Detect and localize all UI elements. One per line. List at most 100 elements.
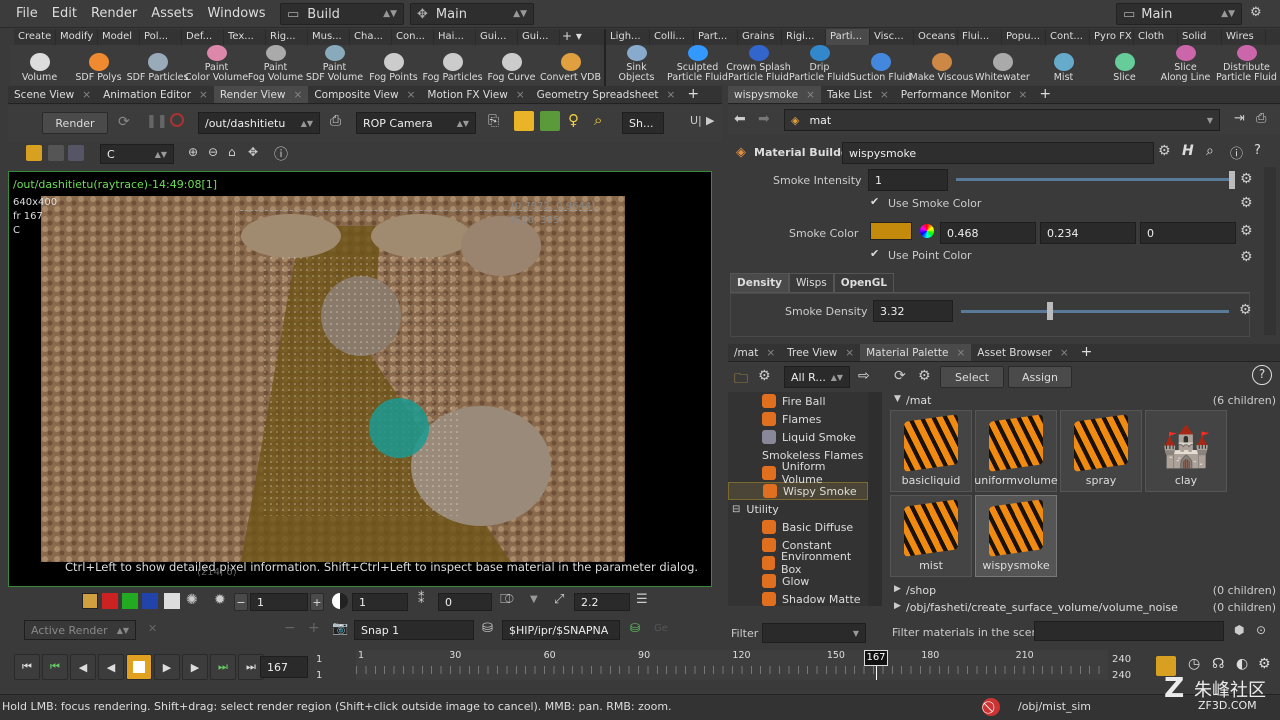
- shelf-tab[interactable]: Grains: [738, 29, 782, 45]
- jump-start-icon[interactable]: ⏮: [14, 654, 40, 680]
- gear-icon[interactable]: ⚙: [1158, 143, 1171, 159]
- expand-icon[interactable]: ▶: [894, 584, 901, 594]
- alpha-channel-icon[interactable]: [164, 593, 180, 609]
- shelf-tab[interactable]: Model: [98, 29, 140, 45]
- gear-icon[interactable]: ⚙: [1240, 195, 1253, 211]
- shelf-tab[interactable]: Oceans: [914, 29, 958, 45]
- sound-icon[interactable]: ☊: [1212, 656, 1224, 672]
- pane-tab[interactable]: Scene View ×: [8, 86, 97, 103]
- expand-icon[interactable]: ▶: [894, 601, 901, 611]
- close-icon[interactable]: ×: [407, 86, 416, 103]
- pixel-toggle-icon[interactable]: [540, 111, 560, 131]
- tree-item[interactable]: Flames: [728, 410, 868, 428]
- subtab[interactable]: OpenGL: [833, 273, 895, 292]
- shelf-tool[interactable]: Crown Splash Particle Fluid: [726, 45, 791, 85]
- shelf-tool[interactable]: Fog Points: [364, 45, 423, 85]
- help-h-icon[interactable]: H: [1182, 143, 1194, 159]
- menu-file[interactable]: File: [10, 0, 46, 28]
- tree-item[interactable]: Shadow Matte: [728, 590, 868, 606]
- material-thumb[interactable]: 🏰 clay: [1145, 410, 1227, 492]
- lut-icon[interactable]: ⎄: [500, 592, 514, 607]
- zoom-in-icon[interactable]: ⊕: [188, 145, 198, 159]
- shelf-tab[interactable]: Hai...: [434, 29, 476, 45]
- close-icon[interactable]: ×: [667, 86, 676, 103]
- network-path[interactable]: ◈ mat ▼: [784, 109, 1220, 131]
- assign-button[interactable]: Assign: [1008, 366, 1072, 388]
- material-thumb[interactable]: uniformvolume: [974, 410, 1058, 492]
- display-gamma-icon[interactable]: ⤢: [554, 592, 564, 607]
- tree-item[interactable]: Liquid Smoke: [728, 428, 868, 446]
- workspace-dropdown[interactable]: ✥ Main ▲▼: [410, 3, 534, 25]
- play-icon[interactable]: ▶: [154, 654, 180, 680]
- tree-item[interactable]: Uniform Volume: [728, 460, 868, 486]
- frame-icon[interactable]: ✥: [248, 145, 258, 159]
- shelf-tab[interactable]: Def...: [182, 29, 224, 45]
- shelf-tab[interactable]: Con...: [392, 29, 434, 45]
- rgb-icon[interactable]: [82, 593, 98, 609]
- timeline-gear-icon[interactable]: ⚙: [1258, 656, 1271, 672]
- image-icon[interactable]: [68, 145, 84, 161]
- pane-tab[interactable]: Performance Monitor ×: [895, 86, 1034, 103]
- pane-tab[interactable]: Asset Browser ×: [971, 344, 1074, 361]
- shelf-tool[interactable]: Sink Objects: [606, 45, 667, 85]
- step-start-icon[interactable]: ⏮: [42, 654, 68, 680]
- arrow-right-icon[interactable]: ▶: [706, 114, 714, 127]
- shelf-tab[interactable]: Rigi...: [782, 29, 826, 45]
- close-icon[interactable]: ×: [806, 86, 815, 103]
- menu-assets[interactable]: Assets: [145, 0, 201, 28]
- close-icon[interactable]: ×: [294, 86, 303, 103]
- slider-handle[interactable]: [1047, 302, 1053, 320]
- timeline-ruler[interactable]: 1 30 60 90 120 150 180 210 167: [356, 650, 1108, 680]
- shelf-tab[interactable]: Colli...: [650, 29, 694, 45]
- pane-tab[interactable]: Motion FX View ×: [421, 86, 530, 103]
- shelf-tab[interactable]: Pol...: [140, 29, 182, 45]
- shelf-tool[interactable]: Volume: [10, 45, 69, 85]
- realtime-icon[interactable]: ◷: [1188, 656, 1200, 672]
- shelf-tab[interactable]: Cont...: [1046, 29, 1090, 45]
- help-icon[interactable]: ?: [1252, 365, 1272, 385]
- preview-toggle-icon[interactable]: [514, 111, 534, 131]
- add-tab-icon[interactable]: +: [1033, 86, 1057, 103]
- pane-tab[interactable]: Tree View ×: [781, 344, 860, 361]
- settings-icon[interactable]: ⚙: [1250, 5, 1262, 20]
- add-shelf-icon[interactable]: + ▾: [562, 29, 582, 43]
- close-icon[interactable]: ✕: [148, 622, 157, 635]
- shelf-tab[interactable]: Modify: [56, 29, 98, 45]
- help-icon[interactable]: ?: [1254, 143, 1261, 158]
- shelf-tab[interactable]: Cloth: [1134, 29, 1178, 45]
- add-tab-icon[interactable]: +: [1075, 344, 1099, 361]
- home-icon[interactable]: ⌂: [228, 145, 236, 159]
- menu-icon[interactable]: ☰: [636, 592, 648, 607]
- folder-icon[interactable]: 🗀: [734, 368, 748, 392]
- pane-tab[interactable]: Animation Editor ×: [97, 86, 214, 103]
- gear-icon[interactable]: ⚙: [918, 368, 931, 384]
- material-thumb[interactable]: mist: [890, 495, 972, 577]
- link-icon[interactable]: ⎙: [1256, 111, 1266, 126]
- close-icon[interactable]: ×: [845, 344, 854, 361]
- param-scrollbar[interactable]: [1264, 167, 1276, 335]
- forward-icon[interactable]: ➡: [758, 111, 770, 127]
- camera-field[interactable]: ROP Camera ▲▼: [356, 112, 476, 134]
- shelf-tab[interactable]: Gui...: [518, 29, 560, 45]
- smoke-density-slider[interactable]: [961, 310, 1229, 313]
- prev-key-icon[interactable]: ◀: [70, 654, 96, 680]
- pane-tab[interactable]: Take List ×: [821, 86, 895, 103]
- audio-icon[interactable]: ◐: [1236, 656, 1248, 672]
- close-icon[interactable]: ×: [516, 86, 525, 103]
- snap-field[interactable]: Snap 1: [354, 620, 474, 640]
- shelf-tool[interactable]: Paint SDF Volume: [305, 45, 364, 85]
- render-button[interactable]: Render: [42, 112, 108, 134]
- decrement-button[interactable]: −: [234, 593, 248, 611]
- grid-icon[interactable]: [48, 145, 64, 161]
- shelf-tool[interactable]: Sculpted Particle Fluid: [667, 45, 728, 85]
- node-name-field[interactable]: wispysmoke: [842, 142, 1154, 164]
- shelf-tool[interactable]: Distribute Particle Fluid: [1216, 45, 1277, 85]
- shelf-tab[interactable]: Wires: [1222, 29, 1266, 45]
- offset-icon[interactable]: ⁑: [418, 592, 425, 607]
- snapshot-path-field[interactable]: $HIP/ipr/$SNAPNA: [502, 620, 620, 640]
- render-viewport[interactable]: /out/dashitietu(raytrace)-14:49:08[1] 64…: [8, 171, 712, 587]
- shelf-tool[interactable]: Fog Curve: [482, 45, 541, 85]
- close-icon[interactable]: ×: [1019, 86, 1028, 103]
- camera-icon[interactable]: ⎘: [488, 113, 499, 129]
- arrow-right-icon[interactable]: ⇨: [858, 368, 870, 384]
